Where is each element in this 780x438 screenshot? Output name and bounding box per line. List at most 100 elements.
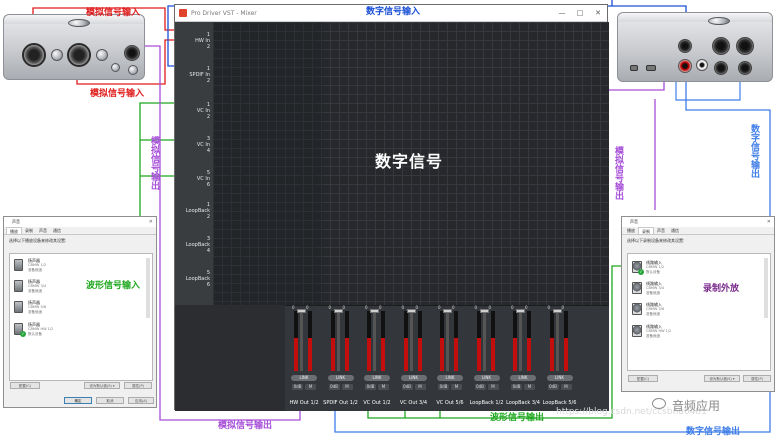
link-button[interactable]: LINK [400, 375, 427, 381]
rca-out-red[interactable] [678, 59, 692, 73]
device-list-scrollbar[interactable] [146, 258, 150, 318]
fader-handle[interactable] [516, 309, 525, 313]
configure-button[interactable]: 配置(C) [10, 382, 40, 389]
analog-output-left-label: 模拟信号输出 [149, 136, 159, 190]
line-out-jack-4[interactable] [738, 61, 752, 75]
link-button[interactable]: LINK [291, 375, 317, 381]
input-label-vc-5: 5 VC In 6 [196, 170, 210, 188]
record-external-label: 录制外放 [703, 284, 740, 294]
gain-knob-1[interactable] [51, 49, 63, 61]
level-meter-right [527, 311, 531, 371]
fader-track[interactable] [336, 311, 340, 371]
xlr-input-jack-2[interactable] [67, 43, 91, 67]
zero-db-button[interactable]: 0dB [547, 384, 559, 390]
close-button[interactable]: ✕ [589, 9, 607, 17]
power-port[interactable] [630, 65, 638, 71]
mute-button[interactable]: M [487, 384, 499, 390]
maximize-button[interactable]: □ [571, 9, 589, 17]
fader-track[interactable] [300, 311, 303, 371]
mute-button[interactable]: M [341, 384, 353, 390]
line-out-jack-1[interactable] [712, 37, 730, 55]
link-button[interactable]: LINK [364, 375, 390, 381]
fader-track[interactable] [373, 311, 376, 371]
fader-handle[interactable] [443, 309, 452, 313]
tab-recording[interactable]: 录制 [22, 227, 36, 234]
list-item[interactable]: ✓ 扬声器 CBMW HW 1/2 默认设备 [14, 322, 94, 338]
xlr-input-jack-1[interactable] [22, 43, 46, 67]
mute-button[interactable]: M [305, 384, 316, 390]
fader-handle[interactable] [406, 309, 416, 313]
apply-button[interactable]: 应用(A) [128, 397, 154, 404]
tab-playback[interactable]: 播放 [624, 227, 638, 234]
zero-db-button[interactable]: 0dB [511, 384, 522, 390]
properties-button[interactable]: 属性(P) [124, 382, 152, 389]
ok-button[interactable]: 确定 [64, 397, 92, 404]
mute-button[interactable]: M [560, 384, 572, 390]
fader-handle[interactable] [479, 309, 489, 313]
zero-db-button[interactable]: 0dB [401, 384, 413, 390]
fader-handle[interactable] [333, 309, 343, 313]
line-out-jack-3[interactable] [714, 61, 728, 75]
wave-output-label: 波形信号输出 [490, 413, 545, 423]
fader-track[interactable] [409, 311, 413, 371]
tab-recording[interactable]: 录制 [638, 227, 654, 234]
tab-playback[interactable]: 播放 [6, 227, 22, 234]
spdif-coax-jack[interactable] [678, 39, 692, 53]
audio-interface-rear [617, 12, 773, 82]
list-item[interactable]: 线路输入 CBMW HW 1/2 准备就绪 [632, 324, 712, 340]
list-item[interactable]: 线路输入 CBMW 5/6 准备就绪 [632, 302, 712, 318]
device-list-scrollbar[interactable] [764, 258, 768, 318]
fader-handle[interactable] [297, 309, 306, 313]
cancel-button[interactable]: 取消 [96, 397, 124, 404]
link-button[interactable]: LINK [510, 375, 536, 381]
fader-track[interactable] [482, 311, 486, 371]
volume-knob[interactable] [128, 65, 138, 75]
line-out-jack-2[interactable] [736, 37, 754, 55]
fader-handle[interactable] [370, 309, 379, 313]
tab-communications[interactable]: 通信 [668, 227, 682, 234]
zero-db-button[interactable]: 0dB [474, 384, 486, 390]
list-item[interactable]: ✓ 线路输入 CBMW 1/2 默认设备 [632, 260, 712, 276]
zero-db-button[interactable]: 0dB [292, 384, 303, 390]
list-item[interactable]: 扬声器 CBMW 3/4 准备就绪 [14, 279, 94, 295]
gain-knob-3[interactable] [111, 63, 120, 72]
gain-knob-2[interactable] [96, 49, 108, 61]
zero-db-button[interactable]: 0dB [438, 384, 449, 390]
link-button[interactable]: LINK [327, 375, 354, 381]
dialog-close-icon[interactable]: ✕ [767, 217, 771, 227]
usb-port[interactable] [646, 65, 656, 71]
fader-track[interactable] [446, 311, 449, 371]
zero-db-button[interactable]: 0dB [328, 384, 340, 390]
mute-button[interactable]: M [414, 384, 426, 390]
digital-output-right-label: 数字信号输出 [749, 124, 759, 178]
tab-sounds[interactable]: 声音 [654, 227, 668, 234]
set-default-button[interactable]: 设为默认值(S) ▾ [704, 375, 740, 382]
list-item[interactable]: 线路输入 CBMW 3/4 准备就绪 [632, 281, 712, 297]
headphone-jack[interactable] [124, 45, 140, 61]
top-volume-knob[interactable] [68, 19, 90, 27]
properties-button[interactable]: 属性(P) [743, 375, 771, 382]
device-state: 默认设备 [28, 332, 42, 336]
link-button[interactable]: LINK [546, 375, 573, 381]
rear-top-knob[interactable] [708, 17, 730, 25]
fader-track[interactable] [555, 311, 559, 371]
dialog-close-icon[interactable]: ✕ [149, 217, 153, 227]
configure-button[interactable]: 配置(C) [628, 375, 658, 382]
set-default-button[interactable]: 设为默认值(S) ▾ [84, 382, 120, 389]
rca-out-white[interactable] [696, 59, 708, 71]
mute-button[interactable]: M [524, 384, 535, 390]
mute-button[interactable]: M [378, 384, 389, 390]
tab-communications[interactable]: 通信 [50, 227, 64, 234]
fader-track[interactable] [519, 311, 522, 371]
list-item[interactable]: 扬声器 CBMW 1/2 准备就绪 [14, 258, 94, 274]
list-item[interactable]: 扬声器 CBMW 5/6 准备就绪 [14, 300, 94, 316]
mute-button[interactable]: M [451, 384, 462, 390]
minimize-button[interactable]: — [553, 9, 571, 17]
fader-handle[interactable] [552, 309, 562, 313]
zero-db-button[interactable]: 0dB [365, 384, 376, 390]
link-button[interactable]: LINK [437, 375, 463, 381]
peak-readout: 0 [525, 305, 528, 310]
link-button[interactable]: LINK [473, 375, 500, 381]
tab-sounds[interactable]: 声音 [36, 227, 50, 234]
output-strip: 0 0 LINK 0dB M VC Out 3/4 [396, 305, 432, 411]
